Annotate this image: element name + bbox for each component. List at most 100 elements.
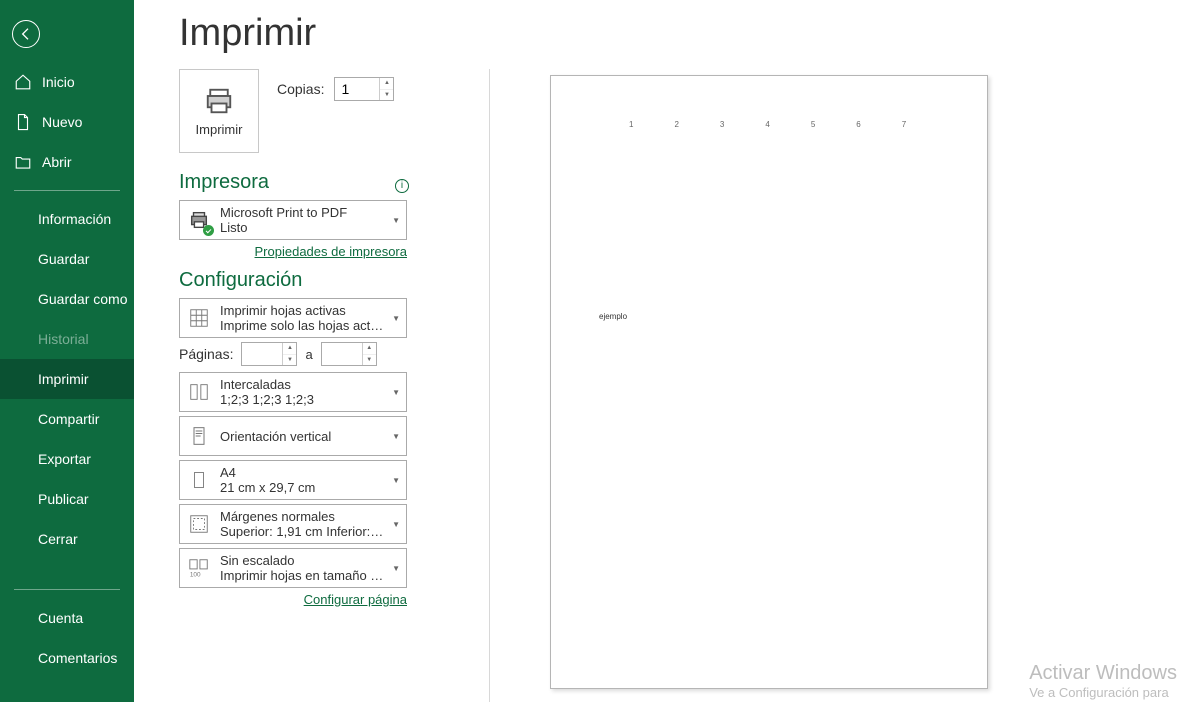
nav-cuenta[interactable]: Cuenta (0, 598, 134, 638)
nav-guardar-como[interactable]: Guardar como (0, 279, 134, 319)
chevron-down-icon: ▼ (392, 476, 400, 485)
pane-divider (489, 69, 490, 702)
nav-label: Guardar (38, 251, 89, 267)
print-what-line1: Imprimir hojas activas (220, 303, 384, 318)
col-header: 3 (720, 120, 724, 129)
col-header: 7 (902, 120, 906, 129)
pages-to-down[interactable]: ▼ (363, 355, 376, 366)
chevron-down-icon: ▼ (392, 216, 400, 225)
printer-heading: Impresora (179, 171, 269, 194)
scaling-icon: 100 (187, 557, 211, 579)
chevron-down-icon: ▼ (392, 564, 400, 573)
print-button-label: Imprimir (196, 122, 243, 137)
margins-select[interactable]: Márgenes normales Superior: 1,91 cm Infe… (179, 504, 407, 544)
pages-to-spinner[interactable]: ▲▼ (321, 342, 377, 366)
nav-nuevo[interactable]: Nuevo (0, 102, 134, 142)
nav-label: Nuevo (42, 114, 82, 130)
print-preview-area: 1 2 3 4 5 6 7 ejemplo Activar Windows Ve… (520, 69, 1187, 702)
copies-label: Copias: (277, 81, 324, 97)
nav-inicio[interactable]: Inicio (0, 62, 134, 102)
chevron-down-icon: ▼ (392, 388, 400, 397)
windows-activation-watermark: Activar Windows Ve a Configuración para (1029, 662, 1177, 700)
print-settings-column: Imprimir Copias: ▲▼ Impresora i (179, 69, 459, 702)
chevron-down-icon: ▼ (392, 520, 400, 529)
page-setup-link[interactable]: Configurar página (179, 592, 407, 607)
printer-icon (202, 86, 236, 116)
open-folder-icon (14, 153, 32, 171)
scaling-line2: Imprimir hojas en tamaño r… (220, 568, 384, 583)
pages-from-up[interactable]: ▲ (283, 343, 296, 355)
nav-label: Exportar (38, 451, 91, 467)
nav-publicar[interactable]: Publicar (0, 479, 134, 519)
col-header: 4 (765, 120, 769, 129)
margins-icon (188, 513, 210, 535)
col-header: 6 (856, 120, 860, 129)
copies-down[interactable]: ▼ (380, 90, 393, 101)
scaling-select[interactable]: 100 Sin escalado Imprimir hojas en tamañ… (179, 548, 407, 588)
back-button[interactable] (12, 20, 40, 48)
col-header: 5 (811, 120, 815, 129)
nav-historial: Historial (0, 319, 134, 359)
nav-abrir[interactable]: Abrir (0, 142, 134, 182)
nav-divider (14, 190, 120, 191)
nav-label: Imprimir (38, 371, 89, 387)
pages-from-down[interactable]: ▼ (283, 355, 296, 366)
nav-informacion[interactable]: Información (0, 199, 134, 239)
nav-label: Guardar como (38, 291, 127, 307)
nav-label: Cerrar (38, 531, 78, 547)
printer-ready-badge (203, 225, 214, 236)
margins-line2: Superior: 1,91 cm Inferior: 1,… (220, 524, 384, 539)
main-content: Imprimir Imprimir Copias: ▲▼ (134, 0, 1187, 702)
collate-line1: Intercaladas (220, 377, 384, 392)
config-heading: Configuración (179, 269, 459, 292)
orientation-select[interactable]: Orientación vertical ▼ (179, 416, 407, 456)
nav-label: Inicio (42, 74, 75, 90)
copies-input[interactable] (335, 78, 379, 100)
backstage-sidebar: Inicio Nuevo Abrir Información Guardar G… (0, 0, 134, 702)
col-header: 2 (674, 120, 678, 129)
preview-cell-text: ejemplo (599, 312, 627, 321)
printer-select[interactable]: Microsoft Print to PDF Listo ▼ (179, 200, 407, 240)
collate-line2: 1;2;3 1;2;3 1;2;3 (220, 392, 384, 407)
pages-separator: a (305, 347, 312, 362)
nav-label: Historial (38, 331, 89, 347)
paper-line2: 21 cm x 29,7 cm (220, 480, 384, 495)
nav-cerrar[interactable]: Cerrar (0, 519, 134, 559)
printer-properties-link[interactable]: Propiedades de impresora (179, 244, 407, 259)
collate-select[interactable]: Intercaladas 1;2;3 1;2;3 1;2;3 ▼ (179, 372, 407, 412)
nav-exportar[interactable]: Exportar (0, 439, 134, 479)
nav-compartir[interactable]: Compartir (0, 399, 134, 439)
collate-icon (187, 381, 211, 403)
pages-from-spinner[interactable]: ▲▼ (241, 342, 297, 366)
pages-label: Páginas: (179, 346, 233, 362)
nav-label: Publicar (38, 491, 89, 507)
nav-label: Comentarios (38, 650, 117, 666)
pages-to-up[interactable]: ▲ (363, 343, 376, 355)
paper-line1: A4 (220, 465, 384, 480)
preview-columns: 1 2 3 4 5 6 7 (629, 120, 906, 129)
nav-comentarios[interactable]: Comentarios (0, 638, 134, 678)
print-button[interactable]: Imprimir (179, 69, 259, 153)
printer-status: Listo (220, 220, 384, 235)
print-what-line2: Imprime solo las hojas activas (220, 318, 384, 333)
paper-size-select[interactable]: A4 21 cm x 29,7 cm ▼ (179, 460, 407, 500)
sheet-icon (188, 307, 210, 329)
print-what-select[interactable]: Imprimir hojas activas Imprime solo las … (179, 298, 407, 338)
nav-divider (14, 589, 120, 590)
copies-up[interactable]: ▲ (380, 78, 393, 90)
nav-imprimir[interactable]: Imprimir (0, 359, 134, 399)
nav-guardar[interactable]: Guardar (0, 239, 134, 279)
watermark-line1: Activar Windows (1029, 662, 1177, 685)
home-icon (14, 73, 32, 91)
col-header: 1 (629, 120, 633, 129)
nav-label: Información (38, 211, 111, 227)
pages-to-input[interactable] (322, 343, 362, 365)
printer-info-icon[interactable]: i (395, 179, 409, 193)
new-file-icon (14, 113, 32, 131)
copies-spinner[interactable]: ▲▼ (334, 77, 394, 101)
orientation-line1: Orientación vertical (220, 429, 384, 444)
page-icon (190, 468, 208, 492)
pages-from-input[interactable] (242, 343, 282, 365)
nav-label: Abrir (42, 154, 72, 170)
page-preview: 1 2 3 4 5 6 7 ejemplo (550, 75, 988, 689)
